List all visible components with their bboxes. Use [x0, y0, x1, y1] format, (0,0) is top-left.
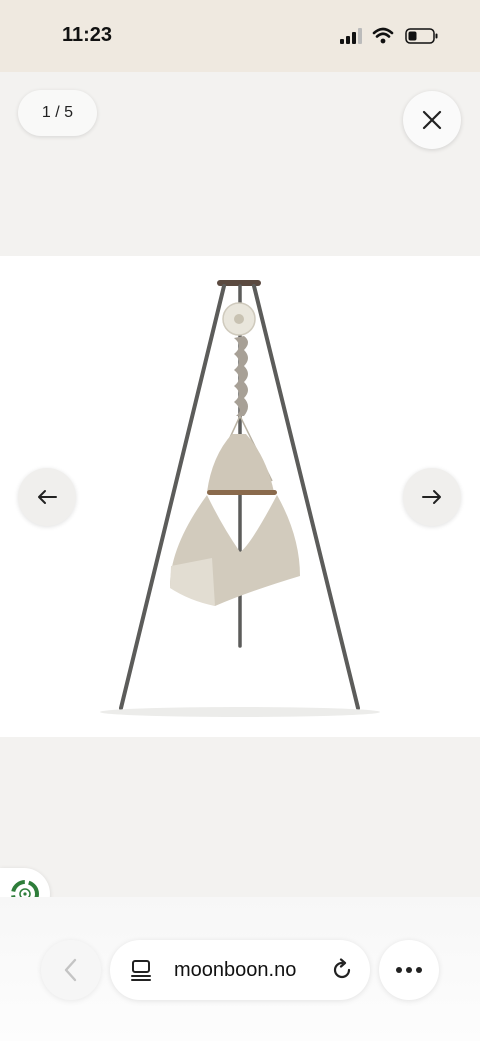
url-text[interactable]: moonboon.no	[174, 959, 296, 982]
arrow-left-icon	[38, 490, 57, 504]
browser-back-button[interactable]	[41, 940, 101, 1000]
status-time: 11:23	[62, 24, 113, 46]
image-counter: 1 / 5	[18, 90, 97, 136]
reader-icon[interactable]	[130, 959, 152, 981]
next-image-button[interactable]	[403, 468, 461, 526]
more-icon	[396, 967, 422, 973]
reload-icon[interactable]	[330, 958, 354, 982]
chevron-left-icon	[64, 958, 77, 982]
status-bar: 11:23	[0, 0, 480, 72]
status-icons	[340, 27, 438, 44]
close-icon	[422, 110, 442, 130]
previous-image-button[interactable]	[18, 468, 76, 526]
more-options-button[interactable]	[379, 940, 439, 1000]
wifi-icon	[372, 27, 394, 44]
battery-icon	[405, 28, 438, 44]
arrow-right-icon	[422, 490, 441, 504]
close-button[interactable]	[403, 91, 461, 149]
address-bar[interactable]: moonboon.no	[110, 940, 370, 1000]
signal-icon	[340, 28, 362, 44]
